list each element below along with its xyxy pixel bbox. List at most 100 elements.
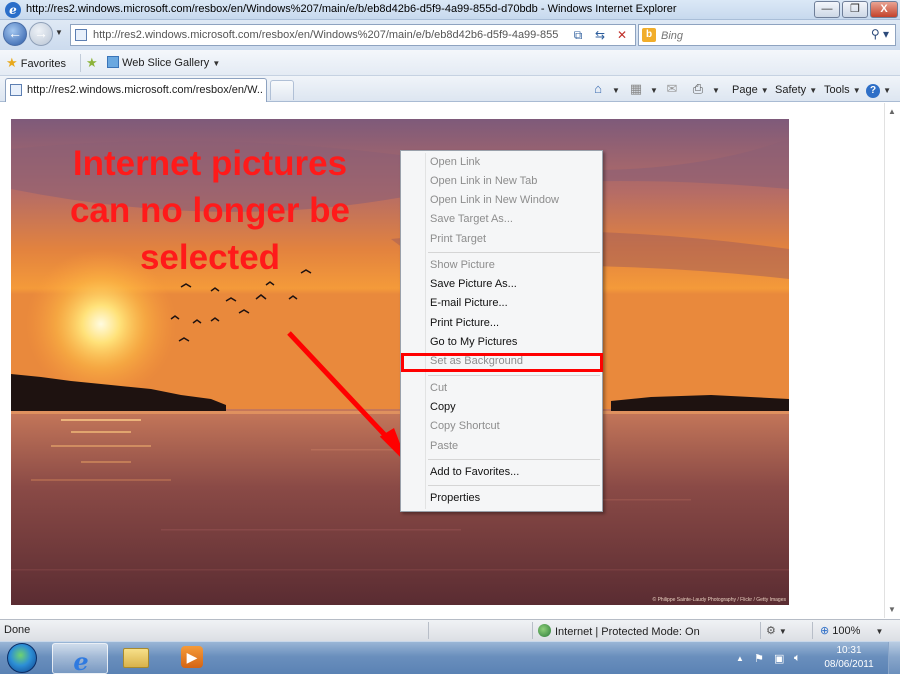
globe-icon (538, 624, 551, 637)
close-button[interactable]: X (870, 1, 898, 18)
tab-current[interactable]: http://res2.windows.microsoft.com/resbox… (5, 78, 267, 102)
menu-item-go-to-my-pictures[interactable]: Go to My Pictures (430, 334, 517, 351)
address-url[interactable]: http://res2.windows.microsoft.com/resbox… (93, 29, 579, 41)
favorites-label: Favorites (20, 58, 66, 70)
photo-credit: © Philippe Sainte-Laudy Photography / Fl… (652, 597, 786, 603)
menu-item-add-to-favorites[interactable]: Add to Favorites... (430, 464, 519, 481)
menu-item-cut[interactable]: Cut (430, 380, 447, 397)
clock-time: 10:31 (836, 645, 862, 656)
protected-mode-icon[interactable]: ⚙ ▼ (766, 624, 787, 637)
minimize-button[interactable]: — (814, 1, 840, 18)
menu-separator (428, 485, 600, 486)
menu-gutter (425, 153, 426, 509)
menu-item-properties[interactable]: Properties (430, 490, 480, 507)
menu-item-copy-shortcut[interactable]: Copy Shortcut (430, 418, 500, 435)
action-center-flag-icon[interactable]: ⚑ (754, 652, 764, 665)
divider (812, 622, 813, 639)
home-dropdown-icon[interactable]: ▼ (608, 81, 624, 97)
back-button[interactable]: ← (3, 22, 27, 46)
forward-button[interactable]: → (29, 22, 53, 46)
show-hidden-icons-icon[interactable]: ▲ (736, 654, 744, 663)
annotation-line-1: Internet pictures (72, 144, 348, 183)
search-box[interactable]: b ⚲ ▾ (638, 24, 896, 46)
scroll-down-icon[interactable]: ▼ (888, 605, 896, 614)
taskbar-internet-explorer[interactable]: e (52, 643, 108, 674)
divider (80, 54, 81, 72)
help-menu[interactable]: ? ▼ (866, 82, 891, 98)
tab-label: http://res2.windows.microsoft.com/resbox… (27, 84, 263, 96)
chevron-down-icon: ▼ (852, 86, 861, 95)
favorites-star-icon: ★ (6, 55, 18, 70)
search-icon[interactable]: ⚲ ▾ (871, 27, 889, 41)
recent-pages-dropdown-icon[interactable]: ▼ (55, 28, 63, 37)
web-slice-icon (107, 56, 119, 68)
chevron-down-icon: ▼ (760, 86, 769, 95)
zoom-icon: ⊕ (820, 625, 830, 637)
help-icon: ? (866, 84, 880, 98)
refresh-icon[interactable]: ⇆ (591, 28, 609, 43)
stop-icon[interactable]: ✕ (613, 28, 631, 43)
print-icon[interactable]: ⎙ (690, 81, 706, 97)
status-text: Done (4, 624, 31, 636)
chevron-down-icon: ▼ (212, 59, 221, 68)
menu-item-save-target-as[interactable]: Save Target As... (430, 211, 513, 228)
taskbar-media-player[interactable]: ▶ (164, 643, 220, 674)
context-menu: Open Link Open Link in New Tab Open Link… (400, 150, 603, 512)
command-bar: http://res2.windows.microsoft.com/resbox… (0, 76, 900, 102)
menu-item-save-picture-as[interactable]: Save Picture As... (430, 276, 517, 293)
add-to-favorites-bar-button[interactable]: ★ (86, 55, 98, 71)
folder-icon (122, 646, 150, 670)
restore-button[interactable]: ❐ (842, 1, 868, 18)
chevron-down-icon: ▼ (883, 86, 891, 95)
menu-item-open-link-new-window[interactable]: Open Link in New Window (430, 192, 559, 209)
menu-item-open-link[interactable]: Open Link (430, 154, 480, 171)
favorites-button[interactable]: ★ Favorites (6, 55, 66, 71)
safety-menu[interactable]: Safety ▼ (775, 82, 817, 98)
tools-menu[interactable]: Tools ▼ (824, 82, 861, 98)
scroll-up-icon[interactable]: ▲ (888, 107, 896, 116)
network-icon[interactable]: ▣ (774, 652, 784, 665)
menu-separator (428, 375, 600, 376)
home-icon[interactable]: ⌂ (590, 81, 606, 97)
page-icon (75, 29, 87, 41)
feeds-icon[interactable]: ▦ (628, 81, 644, 97)
security-zone[interactable]: Internet | Protected Mode: On (538, 624, 700, 638)
menu-item-print-picture[interactable]: Print Picture... (430, 315, 499, 332)
page-icon (10, 84, 22, 96)
menu-separator (428, 252, 600, 253)
web-slice-gallery-link[interactable]: Web Slice Gallery ▼ (107, 55, 220, 71)
vertical-scrollbar[interactable]: ▲ ▼ (884, 103, 900, 618)
divider (760, 622, 761, 639)
menu-item-show-picture[interactable]: Show Picture (430, 257, 495, 274)
print-dropdown-icon[interactable]: ▼ (708, 81, 724, 97)
start-button[interactable] (3, 642, 43, 674)
system-clock[interactable]: 10:31 08/06/2011 (818, 644, 880, 672)
menu-item-paste[interactable]: Paste (430, 438, 458, 455)
new-tab-button[interactable] (270, 80, 294, 100)
add-favorite-icon: ★ (86, 55, 98, 70)
window-title: http://res2.windows.microsoft.com/resbox… (26, 3, 677, 15)
compatibility-view-icon[interactable]: ⧉ (569, 28, 587, 43)
menu-item-email-picture[interactable]: E-mail Picture... (430, 295, 508, 312)
show-desktop-button[interactable] (888, 642, 900, 674)
menu-item-copy[interactable]: Copy (430, 399, 456, 416)
internet-explorer-icon: e (73, 647, 89, 674)
menu-separator (428, 459, 600, 460)
zoom-level: 100% (832, 625, 861, 637)
ie-logo-icon: e (5, 2, 21, 18)
safety-menu-label: Safety (775, 84, 807, 96)
read-mail-icon[interactable]: ✉ (664, 81, 680, 97)
feeds-dropdown-icon[interactable]: ▼ (646, 81, 662, 97)
address-field[interactable]: http://res2.windows.microsoft.com/resbox… (70, 24, 636, 46)
page-menu[interactable]: Page ▼ (732, 82, 769, 98)
menu-item-print-target[interactable]: Print Target (430, 231, 486, 248)
media-player-icon: ▶ (178, 646, 206, 670)
highlight-box (401, 353, 603, 372)
volume-muted-icon[interactable]: 🔈︎ (794, 652, 801, 665)
menu-item-open-link-new-tab[interactable]: Open Link in New Tab (430, 173, 537, 190)
zoom-control[interactable]: ⊕ 100% ▼ (820, 624, 883, 637)
chevron-down-icon: ▼ (809, 86, 818, 95)
search-input[interactable] (661, 28, 861, 43)
taskbar-windows-explorer[interactable] (108, 643, 164, 674)
clock-date: 08/06/2011 (824, 659, 874, 670)
